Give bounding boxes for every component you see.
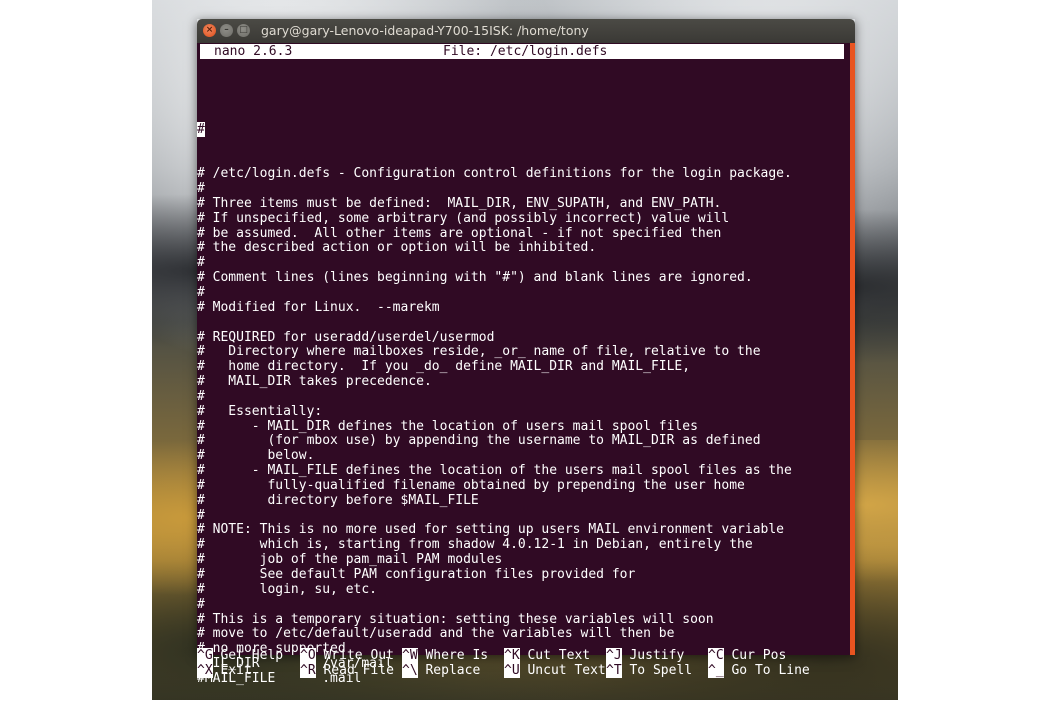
file-line: # directory before $MAIL_FILE [197, 492, 479, 508]
file-line: # Three items must be defined: MAIL_DIR,… [197, 195, 722, 211]
shortcut-key: ^\ [402, 663, 418, 678]
file-line: # move to /etc/default/useradd and the v… [197, 626, 675, 642]
terminal-window: × – □ gary@gary-Lenovo-ideapad-Y700-15IS… [197, 19, 855, 686]
file-line: # If unspecified, some arbitrary (and po… [197, 210, 730, 226]
shortcut-key: ^G [197, 648, 213, 663]
file-line: # below. [197, 448, 315, 464]
file-line: # [197, 388, 205, 404]
cursor-line: # [197, 121, 792, 138]
maximize-icon[interactable]: □ [237, 24, 250, 37]
file-line: # Comment lines (lines beginning with "#… [197, 270, 753, 286]
file-line: # NOTE: This is no more used for setting… [197, 522, 784, 538]
file-line: # no more supported [197, 641, 346, 657]
file-line: # REQUIRED for useradd/userdel/usermod [197, 329, 495, 345]
file-lines: # /etc/login.defs - Configuration contro… [197, 166, 792, 687]
file-line: # Modified for Linux. --marekm [197, 299, 440, 315]
shortcut-item[interactable]: ^K Cut Text [504, 648, 590, 663]
close-icon[interactable]: × [203, 24, 216, 37]
window-titlebar[interactable]: × – □ gary@gary-Lenovo-ideapad-Y700-15IS… [197, 19, 855, 43]
file-line: # MAIL_DIR takes precedence. [197, 374, 432, 390]
file-line: # [197, 284, 205, 300]
nano-file-label: File: /etc/login.defs [443, 44, 608, 59]
file-line: # [197, 255, 205, 271]
nano-header-bar: nano 2.6.3 File: /etc/login.defs [200, 44, 844, 59]
window-title: gary@gary-Lenovo-ideapad-Y700-15ISK: /ho… [261, 23, 589, 38]
terminal-area[interactable]: nano 2.6.3 File: /etc/login.defs # # /et… [197, 43, 855, 686]
file-line: # [197, 507, 205, 523]
shortcut-label: Where Is [417, 648, 489, 663]
shortcut-key: ^J [606, 648, 622, 663]
file-line: # fully-qualified filename obtained by p… [197, 477, 745, 493]
file-line: # [197, 596, 205, 612]
file-line: MAIL_DIR /var/mail [197, 656, 393, 672]
file-line: # Essentially: [197, 403, 323, 419]
shortcut-key: ^K [504, 648, 520, 663]
shortcut-key: ^T [606, 663, 622, 678]
shortcut-item[interactable]: ^_ Go To Line [708, 663, 810, 678]
file-line [197, 316, 792, 331]
shortcut-item[interactable]: ^O Write Out [300, 648, 394, 663]
file-line: # See default PAM configuration files pr… [197, 567, 636, 582]
shortcut-label: Write Out [315, 648, 394, 663]
file-line: # Directory where mailboxes reside, _or_… [197, 344, 761, 360]
shortcut-key: ^_ [708, 663, 724, 678]
shortcut-label: Exit [212, 663, 252, 678]
shortcut-label: Justify [621, 648, 685, 663]
file-line: # login, su, etc. [197, 581, 378, 597]
shortcut-label: Cut Text [519, 648, 591, 663]
file-line: # - MAIL_FILE defines the location of th… [197, 463, 792, 479]
shortcut-key: ^C [708, 648, 724, 663]
shortcut-item[interactable]: ^U Uncut Text [504, 663, 606, 678]
shortcut-item[interactable]: ^W Where Is [402, 648, 488, 663]
shortcut-item[interactable]: ^C Cur Pos [708, 648, 786, 663]
scrollbar[interactable] [850, 43, 855, 655]
shortcut-label: Read File [315, 663, 394, 678]
file-line: # job of the pam_mail PAM modules [197, 552, 503, 568]
text-cursor: # [197, 121, 205, 137]
shortcut-label: Cur Pos [723, 648, 787, 663]
file-line: # which is, starting from shadow 4.0.12-… [197, 537, 753, 553]
file-line: # - MAIL_DIR defines the location of use… [197, 418, 698, 434]
shortcut-item[interactable]: ^X Exit [197, 663, 252, 678]
shortcut-item[interactable]: ^J Justify [606, 648, 684, 663]
file-content[interactable]: # # /etc/login.defs - Configuration cont… [197, 93, 792, 716]
shortcut-item[interactable]: ^T To Spell [606, 663, 692, 678]
shortcut-label: Uncut Text [519, 663, 606, 678]
shortcut-label: Replace [417, 663, 481, 678]
nano-version: nano 2.6.3 [214, 44, 293, 59]
file-line: # This is a temporary situation: setting… [197, 611, 714, 627]
file-line: # /etc/login.defs - Configuration contro… [197, 166, 792, 182]
file-line: # home directory. If you _do_ define MAI… [197, 359, 691, 375]
file-line: #MAIL_FILE .mail [197, 670, 362, 686]
file-line: # be assumed. All other items are option… [197, 225, 722, 241]
shortcut-label: To Spell [621, 663, 693, 678]
shortcut-label: Go To Line [723, 663, 810, 678]
shortcut-item[interactable]: ^R Read File [300, 663, 394, 678]
shortcut-key: ^O [300, 648, 316, 663]
shortcut-key: ^R [300, 663, 316, 678]
shortcut-key: ^U [504, 663, 520, 678]
file-line: # (for mbox use) by appending the userna… [197, 433, 761, 449]
shortcut-key: ^X [197, 663, 213, 678]
minimize-icon[interactable]: – [220, 24, 233, 37]
shortcut-key: ^W [402, 648, 418, 663]
shortcut-item[interactable]: ^\ Replace [402, 663, 480, 678]
shortcut-item[interactable]: ^G Get Help [197, 648, 283, 663]
file-line: # the described action or option will be… [197, 240, 597, 256]
file-line: # [197, 181, 205, 197]
shortcut-label: Get Help [212, 648, 284, 663]
